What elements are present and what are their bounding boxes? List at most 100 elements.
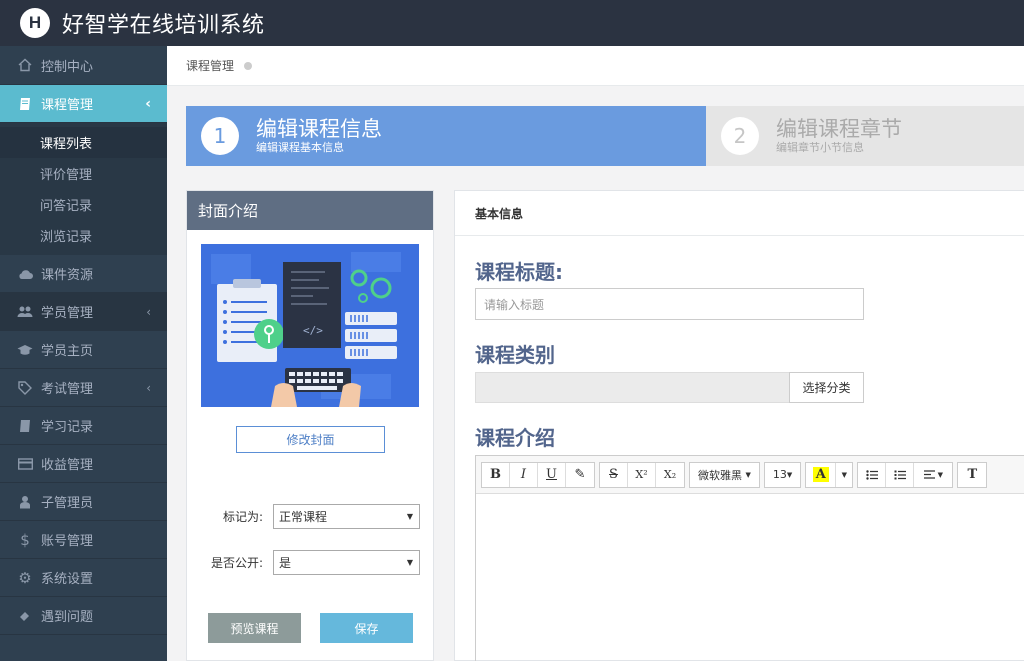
align-dropdown[interactable]: ▼ [914, 463, 952, 487]
tag-icon [17, 380, 33, 396]
course-title-label: 课程标题: [475, 260, 563, 284]
breadcrumb-dot-icon [244, 61, 253, 70]
sidebar-item-label: 系统设置 [41, 572, 94, 587]
font-family-dropdown[interactable]: 微软雅黑 ▼ [689, 461, 760, 488]
course-submenu: 课程列表 评价管理 问答记录 浏览记录 [0, 123, 167, 255]
dropdown-arrow-icon: ▼ [406, 557, 413, 567]
submenu-item-reviews[interactable]: 评价管理 [0, 158, 167, 189]
sidebar-item-label: 控制中心 [41, 59, 94, 75]
text-color-letter: A [812, 467, 829, 482]
step-number: 1 [201, 117, 239, 155]
sidebar-item-label: 学员管理 [41, 306, 94, 321]
sidebar-item-settings[interactable]: ⚙ 系统设置 [0, 559, 167, 597]
sidebar-item-label: 账号管理 [41, 534, 94, 549]
italic-button[interactable]: I [510, 462, 538, 487]
font-size-value: 13 [772, 468, 787, 481]
sidebar-item-exam-management[interactable]: 考试管理 ‹ [0, 369, 167, 407]
chevron-left-icon: ‹ [146, 380, 151, 395]
sidebar-item-courseware[interactable]: 课件资源 [0, 255, 167, 293]
save-button[interactable]: 保存 [320, 613, 413, 643]
public-label: 是否公开: [210, 555, 263, 570]
step-title: 编辑课程章节 [776, 117, 902, 141]
caret-down-icon: ▼ [937, 470, 943, 479]
mark-as-label: 标记为: [222, 509, 263, 524]
step-edit-chapters[interactable]: 2 编辑课程章节 编辑章节小节信息 [706, 106, 1024, 166]
step-number: 2 [721, 117, 759, 155]
mark-as-select[interactable]: 正常课程 ▼ [273, 503, 420, 529]
bullet-list-icon[interactable] [858, 462, 887, 487]
sidebar-item-label: 学习记录 [41, 420, 94, 435]
dropdown-arrow-icon: ▼ [406, 511, 413, 521]
logo: H [20, 8, 50, 38]
submenu-item-course-list[interactable]: 课程列表 [0, 127, 167, 158]
font-size-dropdown[interactable]: 13 ▼ [763, 461, 802, 488]
cover-panel-heading: 封面介绍 [187, 191, 433, 230]
sidebar-item-label: 课程管理 [41, 98, 94, 113]
breadcrumb-current[interactable]: 课程管理 [186, 57, 234, 74]
sidebar-item-label: 学员主页 [41, 344, 94, 359]
svg-text:</>: </> [303, 324, 323, 337]
course-intro-label: 课程介绍 [475, 426, 555, 450]
home-icon [17, 57, 33, 73]
font-family-value: 微软雅黑 [698, 468, 742, 482]
change-cover-button[interactable]: 修改封面 [236, 426, 385, 453]
sidebar-item-students[interactable]: 学员管理 ‹ [0, 293, 167, 331]
rich-text-editor[interactable]: B I U ✎ S X² X₂ 微软雅黑 ▼ 13 ▼ A ▼ ▼ T [475, 455, 1024, 661]
graduation-cap-icon [17, 342, 33, 358]
caret-down-icon[interactable]: ▼ [836, 463, 852, 487]
sidebar-item-revenue[interactable]: 收益管理 [0, 445, 167, 483]
format-group: B I U ✎ [481, 461, 595, 488]
wizard-steps: 1 编辑课程信息 编辑课程基本信息 2 编辑课程章节 编辑章节小节信息 [186, 106, 1024, 166]
cloud-icon [17, 266, 33, 282]
course-category-field[interactable] [475, 372, 790, 403]
text-style-button[interactable]: T [958, 463, 986, 487]
sidebar-item-sub-admins[interactable]: 子管理员 [0, 483, 167, 521]
credit-card-icon [17, 456, 33, 472]
cover-panel: 封面介绍 </> 修改封面 标记为: 正常课程 ▼ 是否公开: 是 ▼ 预览课程… [186, 190, 434, 661]
step-title: 编辑课程信息 [256, 117, 382, 141]
numbered-list-icon[interactable] [886, 462, 915, 487]
sidebar-item-course-management[interactable]: 课程管理 ‹ [0, 85, 167, 123]
mark-as-value: 正常课程 [279, 509, 328, 524]
basic-info-heading: 基本信息 [455, 191, 1024, 236]
underline-button[interactable]: U [538, 462, 566, 487]
app-title: 好智学在线培训系统 [62, 13, 265, 38]
step-subtitle: 编辑章节小节信息 [776, 141, 864, 154]
sidebar: 控制中心 课程管理 ‹ 课程列表 评价管理 问答记录 浏览记录 课件资源 学员管… [0, 46, 167, 661]
users-icon [17, 304, 33, 320]
basic-info-panel: 基本信息 课程标题: 请输入标题 课程类别 选择分类 课程介绍 B I U ✎ … [454, 190, 1024, 661]
course-title-input[interactable]: 请输入标题 [475, 288, 864, 320]
public-row: 是否公开: 是 ▼ [187, 549, 435, 575]
caret-down-icon: ▼ [786, 470, 793, 479]
step-edit-course-info[interactable]: 1 编辑课程信息 编辑课程基本信息 [186, 106, 706, 166]
user-icon [17, 494, 33, 510]
bold-button[interactable]: B [482, 462, 510, 487]
text-color-button[interactable]: A [806, 462, 837, 487]
mark-as-row: 标记为: 正常课程 ▼ [187, 503, 435, 529]
eraser-icon[interactable]: ✎ [566, 463, 594, 487]
top-header: H 好智学在线培训系统 [0, 0, 1024, 46]
submenu-item-qa[interactable]: 问答记录 [0, 189, 167, 220]
sidebar-item-dashboard[interactable]: 控制中心 [0, 46, 167, 85]
chevron-left-icon: ‹ [146, 304, 151, 319]
sidebar-item-student-home[interactable]: 学员主页 [0, 331, 167, 369]
sidebar-item-accounts[interactable]: $ 账号管理 [0, 521, 167, 559]
dollar-icon: $ [20, 530, 30, 549]
book-icon [17, 418, 33, 434]
book-icon [17, 96, 33, 112]
submenu-item-browse[interactable]: 浏览记录 [0, 220, 167, 251]
preview-course-button[interactable]: 预览课程 [208, 613, 301, 643]
sidebar-item-help[interactable]: 遇到问题 [0, 597, 167, 635]
sidebar-item-label: 收益管理 [41, 458, 94, 473]
subscript-button[interactable]: X₂ [656, 463, 684, 487]
select-category-button[interactable]: 选择分类 [789, 372, 864, 403]
public-select[interactable]: 是 ▼ [273, 549, 420, 575]
strikethrough-button[interactable]: S [600, 462, 628, 487]
superscript-button[interactable]: X² [628, 462, 656, 487]
editor-toolbar: B I U ✎ S X² X₂ 微软雅黑 ▼ 13 ▼ A ▼ ▼ T [476, 456, 1024, 494]
caret-down-icon: ▼ [745, 470, 751, 479]
sidebar-item-label: 子管理员 [41, 496, 94, 511]
breadcrumb: 课程管理 [167, 46, 1024, 86]
step-subtitle: 编辑课程基本信息 [256, 141, 344, 154]
sidebar-item-learning-records[interactable]: 学习记录 [0, 407, 167, 445]
